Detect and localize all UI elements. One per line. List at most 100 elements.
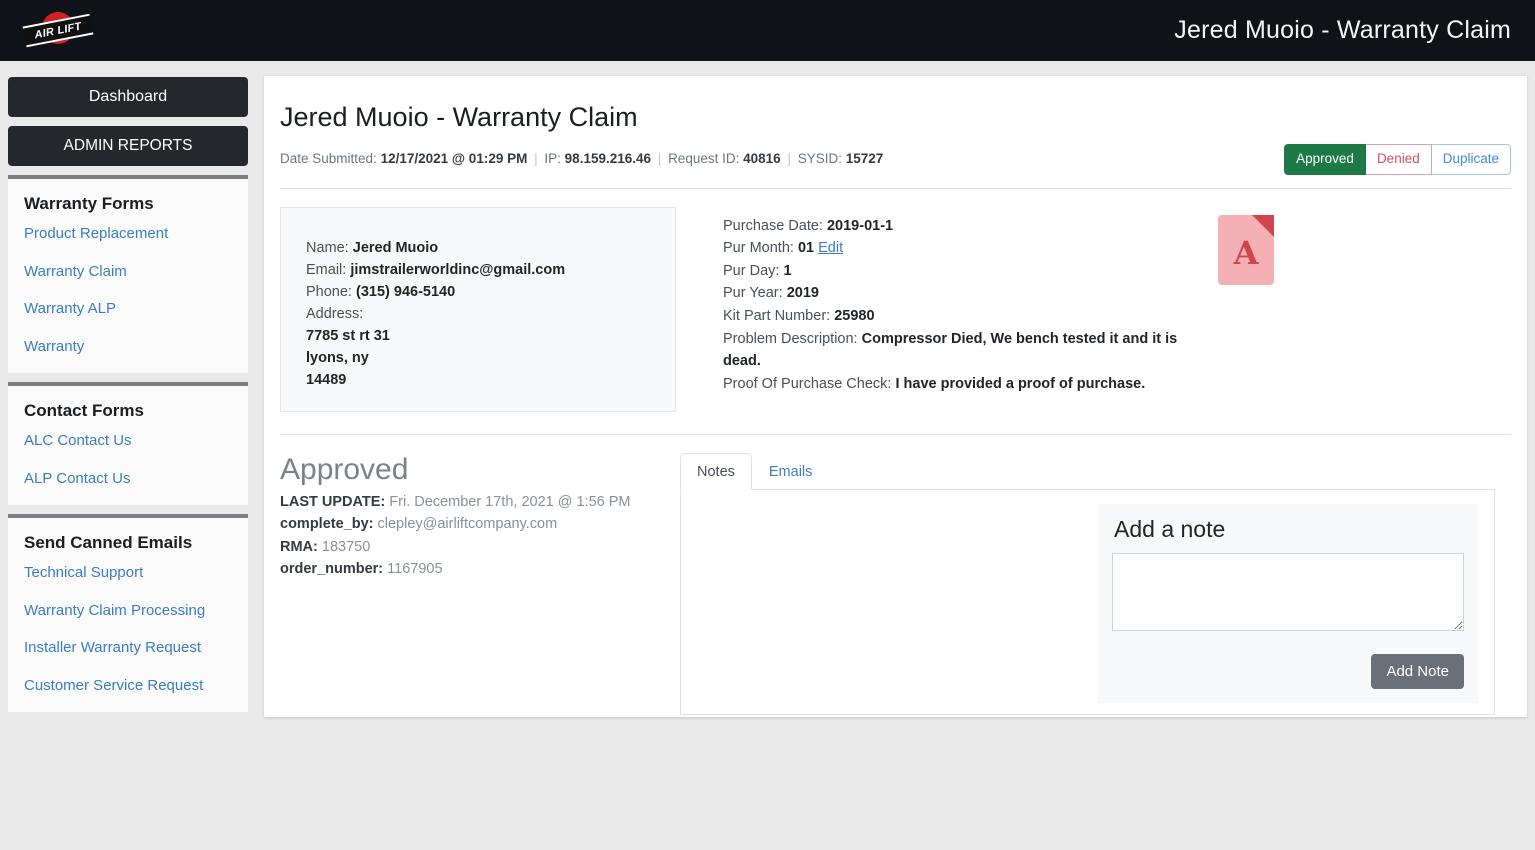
sidebar-item-warranty-claim[interactable]: Warranty Claim — [24, 263, 232, 281]
tab-notes[interactable]: Notes — [680, 452, 752, 490]
duplicate-button[interactable]: Duplicate — [1431, 144, 1511, 175]
pur-year-value: 2019 — [786, 285, 819, 302]
approved-button[interactable]: Approved — [1284, 144, 1366, 175]
sidebar-item-warranty[interactable]: Warranty — [24, 338, 232, 356]
bottom-row: Approved LAST UPDATE: Fri. December 17th… — [280, 452, 1511, 715]
name-label: Name: — [306, 239, 349, 256]
customer-email-row: Email: jimstrailerworldinc@gmail.com — [306, 259, 675, 281]
rma-row: RMA: 183750 — [280, 536, 680, 558]
pur-year-row: Pur Year: 2019 — [723, 282, 1183, 305]
proof-of-purchase-label: Proof Of Purchase Check: — [723, 375, 892, 392]
panel-title-send-canned-emails: Send Canned Emails — [24, 533, 193, 552]
last-update-row: LAST UPDATE: Fri. December 17th, 2021 @ … — [280, 491, 680, 513]
sidebar-item-alc-contact-us[interactable]: ALC Contact Us — [24, 432, 232, 450]
add-note-title: Add a note — [1114, 515, 1226, 542]
pur-month-label: Pur Month: — [723, 240, 794, 257]
ip-label: IP: — [544, 151, 561, 166]
sidebar-item-alp-contact-us[interactable]: ALP Contact Us — [24, 470, 232, 488]
complete-by-value: clepley@airliftcompany.com — [377, 516, 558, 533]
note-input[interactable] — [1112, 552, 1464, 631]
phone-label: Phone: — [306, 283, 352, 300]
email-label: Email: — [306, 261, 347, 278]
meta-separator: | — [534, 151, 538, 166]
page-title: Jered Muoio - Warranty Claim — [280, 102, 638, 132]
purchase-date-value: 2019-01-1 — [826, 217, 894, 234]
name-value: Jered Muoio — [352, 239, 439, 256]
sidebar-item-customer-service-request[interactable]: Customer Service Request — [24, 677, 232, 695]
logo-text: AIR LIFT — [33, 19, 83, 41]
rma-label: RMA: — [280, 538, 318, 555]
request-id-value: 40816 — [743, 151, 781, 166]
denied-button[interactable]: Denied — [1365, 144, 1432, 175]
complete-by-row: complete_by: clepley@airliftcompany.com — [280, 513, 680, 535]
pdf-file-icon[interactable]: A — [1218, 214, 1274, 285]
last-update-label: LAST UPDATE: — [280, 493, 386, 510]
address-label: Address: — [306, 305, 364, 322]
problem-description-label: Problem Description: — [723, 330, 858, 347]
meta-row: Date Submitted: 12/17/2021 @ 01:29 PM | … — [280, 144, 1511, 175]
status-button-group: Approved Denied Duplicate — [1284, 144, 1511, 175]
pur-day-label: Pur Day: — [723, 262, 780, 279]
panel-title-warranty-forms: Warranty Forms — [24, 194, 154, 213]
sidebar-item-product-replacement[interactable]: Product Replacement — [24, 225, 232, 243]
sidebar-panel-warranty-forms: Warranty Forms Product Replacement Warra… — [8, 175, 248, 373]
phone-value: (315) 946-5140 — [356, 283, 456, 300]
customer-name-row: Name: Jered Muoio — [306, 237, 675, 259]
sysid-label: SYSID: — [797, 151, 842, 166]
attachment-area[interactable]: A — [1218, 207, 1274, 412]
request-id-label: Request ID: — [668, 151, 740, 166]
proof-of-purchase-value: I have provided a proof of purchase. — [895, 375, 1146, 392]
order-number-label: order_number: — [280, 561, 384, 578]
ip-value: 98.159.216.46 — [564, 151, 652, 166]
complete-by-label: complete_by: — [280, 516, 374, 533]
address-line-3: 14489 — [306, 371, 347, 388]
airlift-logo[interactable]: AIR LIFT — [22, 9, 94, 53]
status-summary: Approved LAST UPDATE: Fri. December 17th… — [280, 453, 680, 715]
divider — [280, 187, 1511, 189]
pur-month-row: Pur Month: 01 Edit — [723, 237, 1183, 260]
customer-address-row: Address: — [306, 303, 675, 325]
purchase-date-row: Purchase Date: 2019-01-1 — [723, 215, 1183, 238]
kit-part-number-row: Kit Part Number: 25980 — [723, 305, 1183, 328]
tab-panel-notes: Add a note Add Note — [680, 489, 1495, 715]
pur-year-label: Pur Year: — [723, 285, 783, 302]
last-update-value: Fri. December 17th, 2021 @ 1:56 PM — [389, 493, 631, 510]
status-heading: Approved — [280, 452, 409, 486]
sidebar-item-warranty-claim-processing[interactable]: Warranty Claim Processing — [24, 602, 232, 620]
customer-phone-row: Phone: (315) 946-5140 — [306, 281, 675, 303]
submission-meta: Date Submitted: 12/17/2021 @ 01:29 PM | … — [280, 144, 883, 166]
date-submitted-value: 12/17/2021 @ 01:29 PM — [380, 151, 528, 166]
sidebar-item-installer-warranty-request[interactable]: Installer Warranty Request — [24, 639, 232, 657]
sidebar-item-warranty-alp[interactable]: Warranty ALP — [24, 300, 232, 318]
pur-day-row: Pur Day: 1 — [723, 260, 1183, 283]
sidebar: Dashboard ADMIN REPORTS Warranty Forms P… — [8, 77, 248, 712]
detail-row: Name: Jered Muoio Email: jimstrailerworl… — [280, 206, 1511, 412]
sidebar-item-admin-reports[interactable]: ADMIN REPORTS — [8, 126, 248, 166]
edit-pur-month-link[interactable]: Edit — [818, 240, 843, 256]
date-submitted-label: Date Submitted: — [280, 151, 377, 166]
add-note-panel: Add a note Add Note — [1098, 503, 1478, 703]
address-line-2: lyons, ny — [306, 349, 369, 366]
notes-emails-tabs: Notes Emails Add a note Add Note — [680, 452, 1495, 715]
meta-separator: | — [787, 151, 791, 166]
sidebar-item-technical-support[interactable]: Technical Support — [24, 564, 232, 582]
sidebar-item-dashboard[interactable]: Dashboard — [8, 77, 248, 117]
order-number-row: order_number: 1167905 — [280, 558, 680, 580]
meta-separator: | — [657, 151, 662, 166]
panel-title-contact-forms: Contact Forms — [24, 401, 144, 420]
email-value: jimstrailerworldinc@gmail.com — [350, 261, 566, 278]
proof-of-purchase-row: Proof Of Purchase Check: I have provided… — [723, 373, 1183, 396]
kit-part-number-label: Kit Part Number: — [723, 307, 831, 324]
tab-list: Notes Emails — [680, 452, 1495, 490]
rma-value: 183750 — [321, 538, 371, 555]
sidebar-panel-contact-forms: Contact Forms ALC Contact Us ALP Contact… — [8, 382, 248, 505]
add-note-button[interactable]: Add Note — [1371, 653, 1464, 689]
tab-emails[interactable]: Emails — [752, 453, 830, 490]
pur-month-value: 01 — [797, 240, 815, 257]
purchase-date-label: Purchase Date: — [723, 217, 823, 234]
sysid-value: 15727 — [845, 151, 884, 166]
page-header-title: Jered Muoio - Warranty Claim — [1174, 16, 1511, 44]
kit-part-number-value: 25980 — [834, 307, 875, 324]
top-bar: AIR LIFT Jered Muoio - Warranty Claim — [0, 0, 1535, 61]
main-content-card: Jered Muoio - Warranty Claim Date Submit… — [264, 76, 1527, 717]
